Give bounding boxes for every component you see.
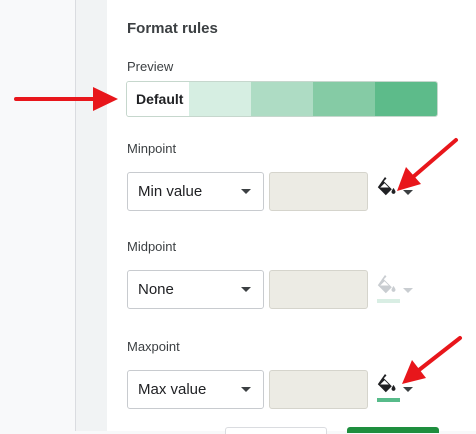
maxpoint-label: Maxpoint	[127, 339, 180, 354]
maxpoint-type-value: Max value	[138, 381, 207, 398]
paint-bucket-icon	[377, 275, 396, 294]
preview-gradient-step	[375, 82, 437, 116]
preview-gradient-step	[251, 82, 313, 116]
done-button[interactable]	[347, 427, 439, 433]
paint-bucket-icon	[377, 177, 396, 196]
preview-default-cell: Default	[127, 82, 189, 116]
color-scale-preview: Default	[126, 81, 438, 117]
maxpoint-type-dropdown[interactable]: Max value	[127, 370, 264, 409]
chevron-down-icon	[403, 288, 413, 293]
maxpoint-color-indicator	[377, 398, 400, 402]
preview-gradient-step	[313, 82, 375, 116]
preview-gradient-step	[189, 82, 251, 116]
midpoint-fill-color-button	[376, 273, 414, 305]
maxpoint-fill-color-button[interactable]	[376, 372, 414, 404]
midpoint-color-indicator	[377, 299, 400, 303]
chevron-down-icon	[241, 189, 251, 194]
midpoint-type-dropdown[interactable]: None	[127, 270, 264, 309]
minpoint-fill-color-button[interactable]	[376, 175, 414, 207]
minpoint-type-dropdown[interactable]: Min value	[127, 172, 264, 211]
minpoint-color-indicator	[377, 201, 400, 205]
chevron-down-icon	[241, 287, 251, 292]
minpoint-type-value: Min value	[138, 183, 203, 200]
midpoint-type-value: None	[138, 281, 174, 298]
minpoint-value-input[interactable]	[269, 172, 368, 211]
minpoint-label: Minpoint	[127, 141, 177, 156]
format-rules-title: Format rules	[127, 20, 218, 37]
midpoint-label: Midpoint	[127, 239, 177, 254]
chevron-down-icon	[403, 190, 413, 195]
chevron-down-icon	[241, 387, 251, 392]
paint-bucket-icon	[377, 374, 396, 393]
maxpoint-value-input[interactable]	[269, 370, 368, 409]
midpoint-value-input	[269, 270, 368, 309]
chevron-down-icon	[403, 387, 413, 392]
sheet-grid-area	[0, 0, 76, 431]
preview-label: Preview	[127, 59, 174, 74]
